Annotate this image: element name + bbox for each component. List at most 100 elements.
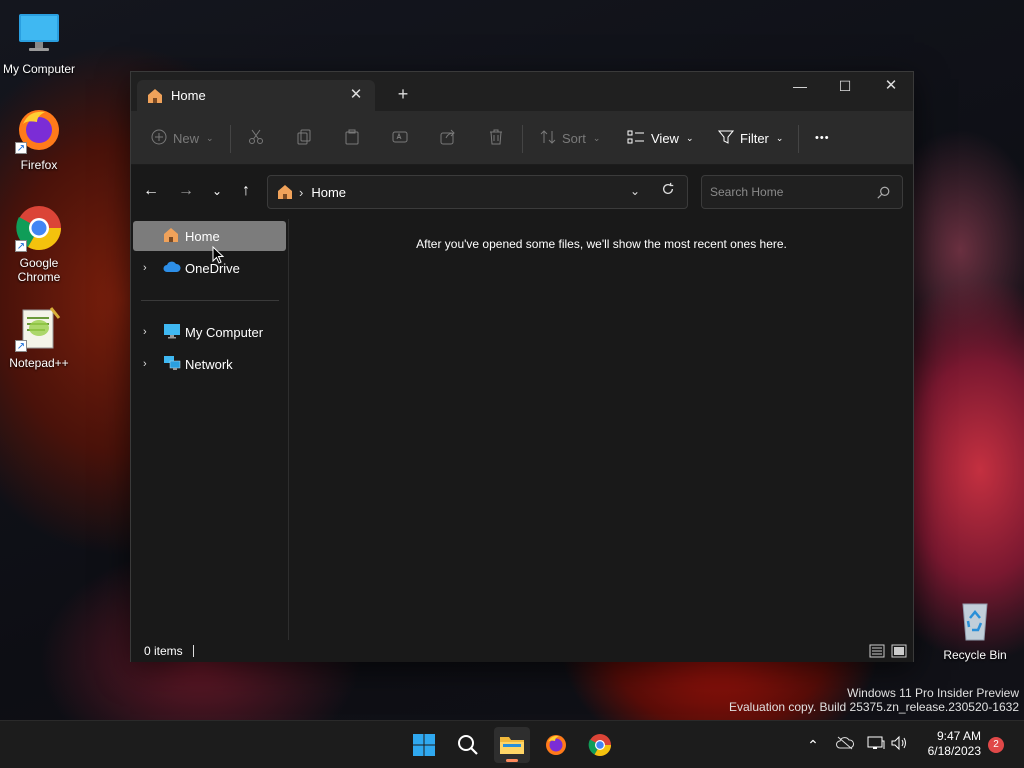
toolbar-divider	[798, 125, 799, 153]
empty-state-message: After you've opened some files, we'll sh…	[416, 237, 787, 251]
new-button[interactable]: New ⌄	[151, 125, 214, 151]
tab-title: Home	[171, 88, 206, 103]
taskbar-file-explorer[interactable]	[494, 727, 530, 763]
chevron-down-icon: ⌄	[211, 184, 223, 198]
onedrive-tray-icon[interactable]	[835, 735, 855, 755]
navigation-pane: Home › OneDrive › My Computer › Network	[131, 219, 289, 640]
monitor-icon	[163, 323, 181, 341]
filter-icon	[717, 129, 735, 148]
firefox-icon	[546, 735, 566, 755]
sidebar-item-home[interactable]: Home	[133, 221, 286, 251]
view-list-icon	[627, 129, 645, 148]
desktop-icon-label: Notepad++	[9, 356, 69, 370]
chevron-right-icon[interactable]: ›	[143, 358, 147, 370]
large-icons-view-icon	[891, 644, 907, 658]
share-button[interactable]	[440, 125, 456, 151]
title-bar[interactable]: Home ✕ + — ☐ ✕	[131, 72, 913, 111]
scissors-icon	[248, 129, 264, 148]
back-button[interactable]: ←	[139, 179, 163, 203]
filter-button[interactable]: Filter ⌄	[717, 125, 784, 151]
new-label: New	[173, 130, 200, 146]
see-more-button[interactable]: •••	[815, 125, 830, 151]
shortcut-arrow-icon: ↗	[15, 340, 27, 352]
tab-home[interactable]: Home ✕	[137, 80, 375, 111]
desktop-icon-recycle-bin[interactable]: Recycle Bin	[937, 596, 1013, 662]
refresh-icon	[662, 182, 674, 195]
arrow-right-icon: →	[178, 182, 194, 199]
toolbar-divider	[230, 125, 231, 153]
desktop-icon-label: Google Chrome	[17, 256, 61, 284]
copy-button[interactable]	[296, 125, 312, 151]
network-tray-icon[interactable]	[866, 735, 886, 755]
search-box[interactable]	[701, 175, 903, 209]
up-button[interactable]: ↑	[234, 179, 258, 203]
desktop-icon-label: Firefox	[20, 158, 58, 172]
plus-circle-icon	[151, 129, 167, 148]
chevron-right-icon: ›	[299, 184, 304, 200]
new-tab-button[interactable]: +	[393, 84, 413, 104]
volume-tray-icon[interactable]	[890, 735, 910, 755]
forward-button[interactable]: →	[174, 179, 198, 203]
view-button[interactable]: View ⌄	[627, 125, 694, 151]
sort-label: Sort	[562, 130, 586, 146]
sidebar-item-label: Network	[185, 356, 233, 372]
taskbar-search-button[interactable]	[450, 727, 486, 763]
sidebar-item-my-computer[interactable]: › My Computer	[133, 317, 286, 347]
desktop-icon-label: Recycle Bin	[943, 648, 1007, 662]
address-history-button[interactable]: ⌄	[630, 184, 640, 198]
sidebar-item-network[interactable]: › Network	[133, 349, 286, 379]
chevron-up-icon: ⌃	[807, 737, 819, 753]
cut-button[interactable]	[248, 125, 264, 151]
home-icon	[147, 88, 163, 104]
breadcrumb[interactable]: Home	[311, 185, 346, 200]
close-tab-icon[interactable]: ✕	[347, 86, 365, 104]
show-hidden-icons-button[interactable]: ⌃	[803, 735, 823, 755]
paste-button[interactable]	[344, 125, 360, 151]
chevron-right-icon[interactable]: ›	[143, 326, 147, 338]
more-dots-icon: •••	[815, 132, 830, 144]
chrome-icon	[588, 734, 611, 756]
copy-icon	[296, 129, 312, 148]
sidebar-item-onedrive[interactable]: › OneDrive	[133, 253, 286, 283]
shortcut-arrow-icon: ↗	[15, 240, 27, 252]
large-icons-view-button[interactable]	[891, 644, 907, 658]
arrow-up-icon: ↑	[242, 182, 250, 199]
details-view-button[interactable]	[869, 644, 885, 658]
file-explorer-window: Home ✕ + — ☐ ✕ New ⌄ Sort ⌄ View ⌄ Filte…	[130, 71, 914, 662]
home-icon	[277, 184, 293, 200]
command-bar: New ⌄ Sort ⌄ View ⌄ Filter ⌄ •••	[131, 111, 913, 165]
start-icon	[413, 734, 435, 756]
taskbar: ⌃ 9:47 AM 6/18/2023 2	[0, 720, 1024, 768]
close-window-button[interactable]: ✕	[868, 72, 914, 102]
chevron-down-icon: ⌄	[775, 132, 784, 143]
file-explorer-icon	[500, 737, 524, 754]
taskbar-clock[interactable]: 9:47 AM 6/18/2023	[928, 729, 981, 759]
taskbar-chrome[interactable]	[582, 727, 618, 763]
recent-locations-button[interactable]: ⌄	[205, 179, 229, 203]
rename-button[interactable]	[392, 125, 408, 151]
desktop-icon-label: My Computer	[2, 62, 76, 76]
address-bar[interactable]: › Home ⌄	[267, 175, 688, 209]
sidebar-item-label: My Computer	[185, 324, 264, 340]
taskbar-firefox[interactable]	[538, 727, 574, 763]
delete-button[interactable]	[488, 125, 504, 151]
content-pane[interactable]: After you've opened some files, we'll sh…	[290, 219, 913, 640]
desktop-icon-chrome[interactable]: ↗ Google Chrome	[1, 204, 77, 284]
status-bar: 0 items	[131, 640, 913, 662]
start-button[interactable]	[406, 727, 442, 763]
minimize-button[interactable]: —	[777, 72, 823, 102]
chevron-right-icon[interactable]: ›	[143, 262, 147, 274]
sort-button[interactable]: Sort ⌄	[540, 125, 600, 151]
maximize-button[interactable]: ☐	[822, 72, 868, 102]
search-input[interactable]	[710, 183, 870, 201]
trash-icon	[488, 129, 504, 148]
desktop-icon-firefox[interactable]: ↗ Firefox	[1, 106, 77, 172]
search-icon	[458, 735, 478, 755]
chrome-icon: ↗	[15, 204, 63, 252]
status-divider	[192, 645, 194, 657]
refresh-button[interactable]	[661, 182, 677, 198]
watermark-line-1: Windows 11 Pro Insider Preview	[847, 686, 1019, 700]
desktop-icon-my-computer[interactable]: My Computer	[1, 10, 77, 76]
notification-badge[interactable]: 2	[988, 737, 1004, 753]
desktop-icon-notepadpp[interactable]: ↗ Notepad++	[1, 304, 77, 370]
